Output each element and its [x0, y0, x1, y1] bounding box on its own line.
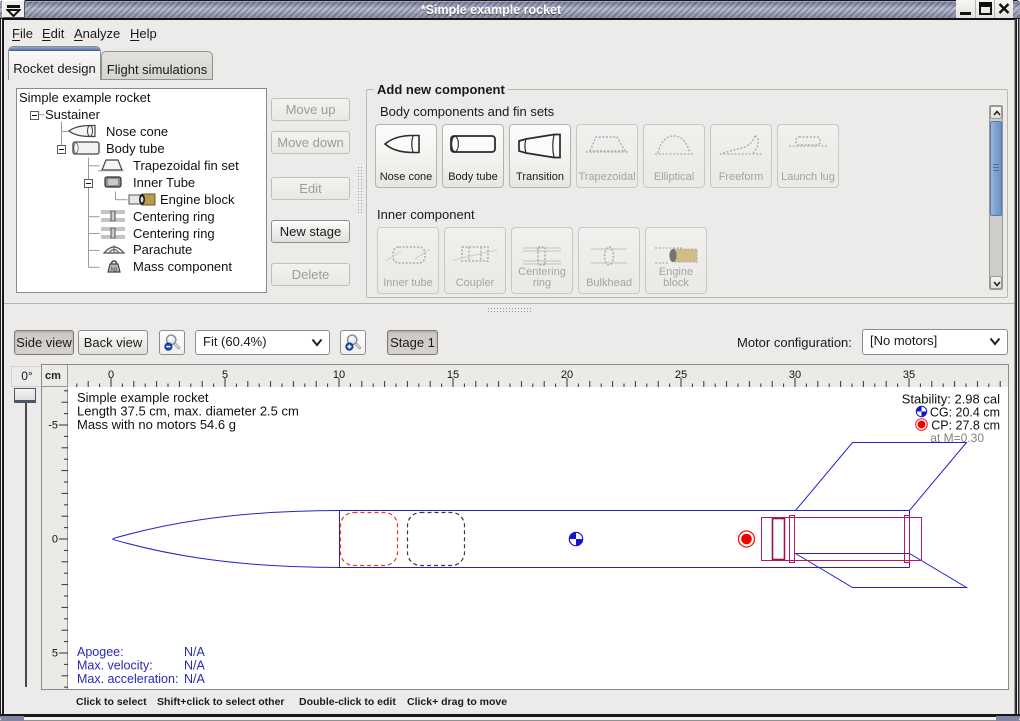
svg-text:Max. velocity:: Max. velocity: — [77, 659, 153, 673]
svg-text:25: 25 — [675, 369, 687, 381]
svg-text:30: 30 — [789, 369, 801, 381]
svg-text:0: 0 — [108, 369, 114, 381]
svg-text:15: 15 — [447, 369, 459, 381]
svg-text:N/A: N/A — [184, 645, 206, 659]
svg-text:Max. acceleration:: Max. acceleration: — [77, 672, 178, 686]
svg-text:at M=0.30: at M=0.30 — [930, 431, 984, 445]
svg-text:N/A: N/A — [184, 659, 206, 673]
svg-text:0: 0 — [52, 534, 58, 546]
svg-text:10: 10 — [333, 369, 345, 381]
svg-text:Mass with no motors 54.6 g: Mass with no motors 54.6 g — [77, 417, 236, 432]
svg-text:kg: kg — [111, 267, 117, 273]
svg-text:5: 5 — [52, 648, 58, 660]
svg-text:CG: 20.4 cm: CG: 20.4 cm — [930, 406, 1000, 420]
svg-text:35: 35 — [903, 369, 915, 381]
svg-text:Apogee:: Apogee: — [77, 645, 124, 659]
svg-text:Stability: 2.98 cal: Stability: 2.98 cal — [902, 392, 1000, 407]
svg-text:N/A: N/A — [184, 672, 206, 686]
svg-text:5: 5 — [222, 369, 228, 381]
svg-text:20: 20 — [561, 369, 573, 381]
svg-text:-5: -5 — [48, 420, 58, 432]
